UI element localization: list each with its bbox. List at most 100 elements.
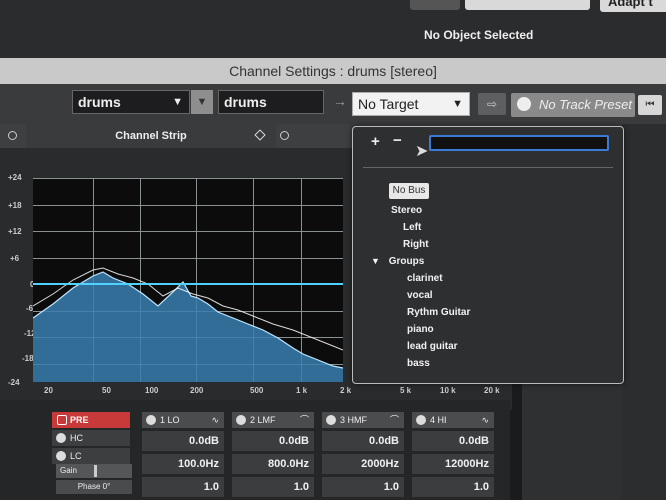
phase-button[interactable]: Phase 0° (56, 480, 132, 494)
channel-name-field[interactable]: drums (218, 90, 324, 114)
band-4-q[interactable]: 1.0 (412, 477, 494, 497)
lc-power-icon[interactable] (56, 451, 66, 461)
lc-row[interactable]: LC (52, 448, 130, 464)
band-1-freq[interactable]: 100.0Hz (142, 454, 224, 474)
menu-item-groups[interactable]: ▼ Groups (371, 256, 424, 267)
shelf-icon: ∿ (211, 415, 219, 425)
band-2-name: 2 LMF (250, 415, 276, 425)
tab-channel-strip[interactable]: Channel Strip (26, 124, 276, 148)
menu-item-no-bus[interactable]: No Bus (389, 183, 429, 199)
groups-label: Groups (388, 256, 425, 267)
no-bus-label: No Bus (392, 185, 426, 196)
band-1-header[interactable]: 1 LO ∿ (142, 412, 224, 428)
y-label: +6 (10, 254, 20, 263)
preset-icon (517, 97, 531, 111)
x-label: 50 (102, 386, 111, 395)
menu-item-stereo[interactable]: Stereo (391, 205, 422, 216)
band-1-q[interactable]: 1.0 (142, 477, 224, 497)
x-label: 1 k (296, 386, 308, 395)
y-label: +18 (8, 201, 22, 210)
eq-graph[interactable] (33, 178, 343, 382)
band-1-name: 1 LO (160, 415, 180, 425)
band-1-power-icon[interactable] (146, 415, 156, 425)
menu-item-group[interactable]: bass (407, 358, 430, 369)
menu-item-group[interactable]: clarinet (407, 273, 443, 284)
eq-x-labels: 20 50 100 200 500 1 k 2 k 5 k 10 k 20 k (40, 386, 510, 398)
no-object-status: No Object Selected (424, 28, 534, 42)
sends-column (622, 124, 666, 500)
eq-controls: PRE HC LC Gain Phase 0° 1 LO ∿ 0.0dB 100… (0, 400, 510, 500)
band-3-header[interactable]: 3 HMF ⌒ (322, 412, 404, 428)
arrow-right-icon: → (333, 93, 347, 109)
gain-handle (94, 465, 97, 477)
band-2-gain[interactable]: 0.0dB (232, 431, 314, 451)
track-preset-field[interactable]: No Track Preset (511, 93, 635, 117)
band-3-q[interactable]: 1.0 (322, 477, 404, 497)
channel-select-value: drums (78, 94, 121, 110)
band-2-power-icon[interactable] (236, 415, 246, 425)
target-dropdown: + − ➤ No Bus Stereo Left Right ▼ Groups … (352, 126, 624, 384)
spectrum-display (33, 267, 343, 382)
x-label: 10 k (440, 386, 456, 395)
y-label: +12 (8, 227, 22, 236)
band-4-power-icon[interactable] (416, 415, 426, 425)
band-1-gain[interactable]: 0.0dB (142, 431, 224, 451)
menu-item-group[interactable]: vocal (407, 290, 433, 301)
adapt-button[interactable]: Adapt t (600, 0, 666, 12)
tab-indicator-icon (8, 131, 17, 140)
x-label: 20 (44, 386, 53, 395)
band-2-header[interactable]: 2 LMF ⌒ (232, 412, 314, 428)
band-2-freq[interactable]: 800.0Hz (232, 454, 314, 474)
expand-triangle-icon: ▼ (371, 256, 380, 266)
band-4-freq[interactable]: 12000Hz (412, 454, 494, 474)
x-label: 2 k (340, 386, 352, 395)
lc-label: LC (70, 451, 82, 461)
menu-item-left[interactable]: Left (403, 222, 421, 233)
tab-channel-strip-label: Channel Strip (115, 130, 187, 142)
y-label: -18 (22, 354, 34, 363)
dropdown-arrow-icon: ▼ (452, 98, 463, 110)
bus-search-input[interactable] (429, 135, 609, 151)
band-4-gain[interactable]: 0.0dB (412, 431, 494, 451)
band-3-gain[interactable]: 0.0dB (322, 431, 404, 451)
toolbar: drums ▼ ▼ drums → No Target ▼ ⇨ No Track… (0, 84, 666, 124)
channel-menu-button[interactable]: ▼ (191, 90, 213, 114)
track-preset-value: No Track Preset (539, 97, 632, 112)
channel-select[interactable]: drums ▼ (72, 90, 190, 114)
x-label: 5 k (400, 386, 412, 395)
hc-power-icon[interactable] (56, 433, 66, 443)
dropdown-arrow-icon: ▼ (172, 96, 183, 108)
route-button[interactable]: ⇨ (478, 93, 506, 115)
hc-row[interactable]: HC (52, 430, 130, 446)
pre-button[interactable]: PRE (52, 412, 130, 428)
gain-label: Gain (60, 466, 77, 475)
menu-item-group[interactable]: piano (407, 324, 434, 335)
band-3-freq[interactable]: 2000Hz (322, 454, 404, 474)
x-label: 200 (190, 386, 204, 395)
band-3-name: 3 HMF (340, 415, 367, 425)
band-2-q[interactable]: 1.0 (232, 477, 314, 497)
hc-label: HC (70, 433, 83, 443)
menu-item-group[interactable]: lead guitar (407, 341, 458, 352)
skip-back-button[interactable]: ⏮ (638, 95, 662, 115)
x-label: 100 (145, 386, 159, 395)
eq-y-labels: +24 +18 +12 +6 0 -6 -12 -18 -24 (6, 170, 36, 390)
band-3-power-icon[interactable] (326, 415, 336, 425)
band-4-header[interactable]: 4 HI ∿ (412, 412, 494, 428)
pre-label: PRE (70, 415, 89, 425)
pre-icon (57, 415, 67, 425)
add-button[interactable]: + (371, 133, 380, 150)
top-left-button[interactable] (410, 0, 460, 10)
peak-icon: ⌒ (299, 415, 309, 425)
target-select[interactable]: No Target ▼ (352, 92, 470, 116)
menu-item-group[interactable]: Rythm Guitar (407, 307, 470, 318)
menu-item-right[interactable]: Right (403, 239, 429, 250)
tab-indicator-icon (280, 131, 289, 140)
top-field[interactable] (465, 0, 590, 10)
phase-label: Phase 0° (77, 482, 111, 491)
remove-button[interactable]: − (393, 132, 402, 149)
y-label: -24 (8, 378, 20, 387)
x-label: 20 k (484, 386, 500, 395)
gain-slider[interactable]: Gain (56, 464, 132, 478)
top-strip: Adapt t No Object Selected (0, 0, 666, 58)
